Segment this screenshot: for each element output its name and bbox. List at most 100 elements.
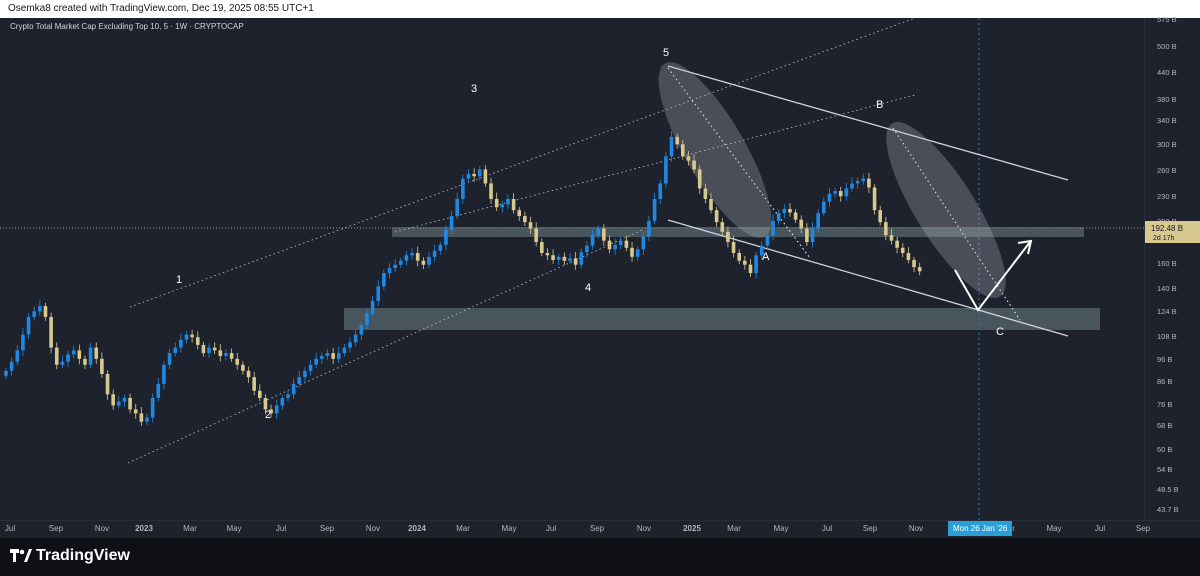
candle-body bbox=[771, 220, 775, 236]
time-tick-label: Sep bbox=[590, 524, 605, 533]
candle-body bbox=[709, 198, 713, 211]
candle-body bbox=[579, 252, 584, 265]
candle-body bbox=[466, 173, 471, 179]
candle-body bbox=[765, 235, 770, 246]
price-tick-label: 340 B bbox=[1157, 116, 1177, 125]
candle-body bbox=[387, 268, 392, 274]
time-tick-label: Jul bbox=[5, 524, 15, 533]
candle-body bbox=[314, 358, 318, 365]
time-tick-label: 2024 bbox=[408, 524, 426, 533]
candle-body bbox=[602, 228, 606, 241]
candle-body bbox=[258, 390, 262, 398]
candle-body bbox=[788, 208, 792, 213]
candle-body bbox=[415, 252, 420, 261]
time-tick-label: Nov bbox=[637, 524, 651, 533]
candle-body bbox=[274, 405, 279, 414]
candle-body bbox=[320, 355, 324, 359]
price-tick-label: 500 B bbox=[1157, 42, 1177, 51]
time-tick-label: 2023 bbox=[135, 524, 153, 533]
candle-body bbox=[201, 344, 206, 354]
wave-label-1: 1 bbox=[176, 274, 182, 286]
candle-body bbox=[229, 353, 234, 359]
candle-body bbox=[195, 337, 200, 345]
candle-body bbox=[88, 347, 93, 365]
candle-body bbox=[133, 409, 138, 414]
time-tick-label: Mar bbox=[727, 524, 741, 533]
candle-body bbox=[212, 347, 217, 351]
candle-body bbox=[686, 156, 691, 161]
time-tick-label: Nov bbox=[909, 524, 923, 533]
price-tick-label: 230 B bbox=[1157, 192, 1177, 201]
candle-body bbox=[540, 242, 544, 253]
price-tick-label: 440 B bbox=[1157, 68, 1177, 77]
candle-body bbox=[810, 228, 815, 243]
candle-body bbox=[618, 240, 623, 245]
candle-body bbox=[117, 401, 121, 406]
candle-body bbox=[9, 361, 14, 371]
candle-body bbox=[613, 244, 617, 250]
candle-body bbox=[647, 220, 651, 237]
candle-body bbox=[38, 306, 42, 312]
candle-body bbox=[850, 183, 854, 189]
candle-body bbox=[545, 252, 550, 256]
candle-body bbox=[867, 178, 871, 188]
candle-body bbox=[122, 397, 127, 402]
time-tick-label: Jul bbox=[822, 524, 832, 533]
price-tick-label: 68 B bbox=[1157, 421, 1172, 430]
wave-label-c: C bbox=[996, 326, 1004, 338]
candle-body bbox=[336, 353, 341, 359]
time-tick-label: Sep bbox=[1136, 524, 1151, 533]
candle-body bbox=[71, 350, 76, 355]
time-tick-label: Mar bbox=[183, 524, 197, 533]
candle-body bbox=[506, 198, 510, 205]
candle-body bbox=[681, 144, 685, 157]
candle-body bbox=[4, 370, 8, 376]
candle-body bbox=[534, 228, 538, 243]
candle-body bbox=[353, 334, 358, 343]
candle-body bbox=[523, 216, 527, 223]
candle-body bbox=[376, 286, 381, 301]
price-tick-label: 76 B bbox=[1157, 400, 1172, 409]
candle-body bbox=[895, 240, 899, 248]
candle-body bbox=[365, 313, 369, 325]
time-tick-label: Nov bbox=[95, 524, 109, 533]
candle-body bbox=[241, 364, 245, 371]
time-tick-label: Jul bbox=[546, 524, 556, 533]
candle-body bbox=[675, 136, 679, 145]
chart-svg: 1 2 3 4 5 A B C 575 B 500 B 440 B 380 B 340 … bbox=[0, 15, 1200, 536]
candle-body bbox=[342, 347, 347, 354]
candle-body bbox=[162, 364, 166, 384]
price-tick-label: 54 B bbox=[1157, 465, 1172, 474]
time-tick-label: May bbox=[773, 524, 788, 533]
wave-label-3: 3 bbox=[471, 83, 477, 95]
time-tick-label: Jul bbox=[276, 524, 286, 533]
candle-body bbox=[128, 397, 132, 410]
candle-body bbox=[878, 210, 882, 223]
candle-body bbox=[60, 361, 65, 365]
candle-body bbox=[190, 334, 194, 338]
candle-body bbox=[726, 231, 730, 243]
candle-body bbox=[421, 260, 426, 265]
candle-body bbox=[370, 300, 375, 314]
candle-body bbox=[15, 350, 20, 362]
candle-body bbox=[568, 258, 572, 261]
price-tick-labels: 575 B 500 B 440 B 380 B 340 B 300 B 260 B 230 B… bbox=[1157, 15, 1179, 514]
candle-body bbox=[303, 370, 307, 378]
time-tick-label: May bbox=[501, 524, 516, 533]
candle-body bbox=[500, 204, 505, 208]
candle-body bbox=[528, 222, 533, 229]
candle-body bbox=[805, 228, 809, 243]
candle-body bbox=[252, 377, 256, 391]
chart-title: Crypto Total Market Cap Excluding Top 10… bbox=[10, 22, 244, 31]
time-tick-label: Mar bbox=[456, 524, 470, 533]
candle-body bbox=[861, 178, 866, 182]
candle-body bbox=[224, 353, 228, 356]
candle-body bbox=[246, 370, 251, 378]
candle-body bbox=[54, 347, 59, 365]
candle-body bbox=[692, 160, 696, 170]
candle-body bbox=[799, 219, 804, 229]
price-tick-label: 60 B bbox=[1157, 445, 1172, 454]
candle-body bbox=[359, 324, 364, 335]
candle-body bbox=[855, 181, 860, 184]
candle-body bbox=[664, 156, 668, 184]
